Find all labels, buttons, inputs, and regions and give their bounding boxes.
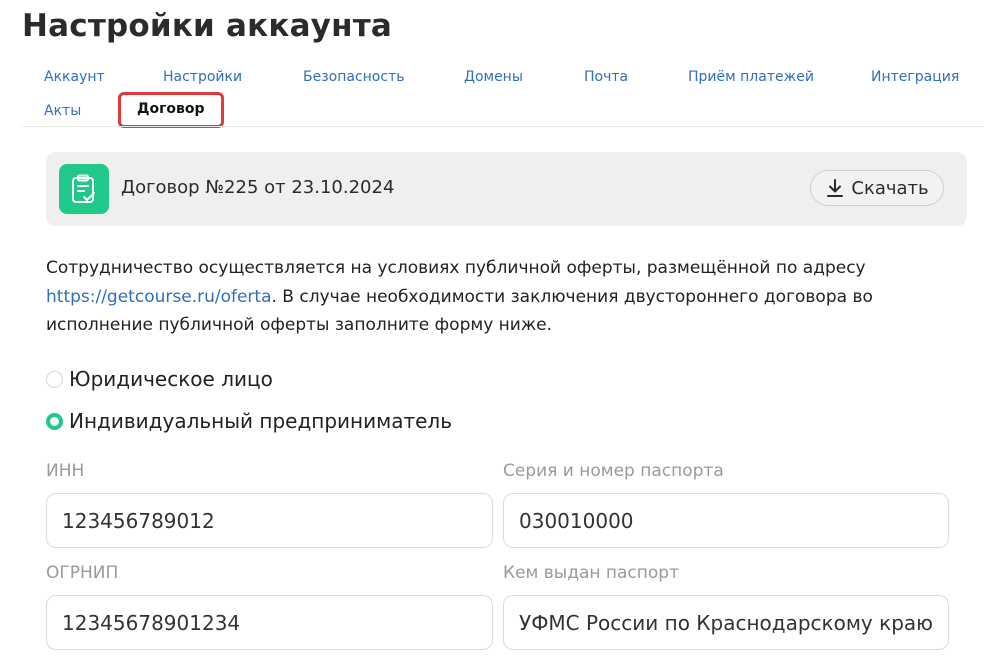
radio-individual-entrepreneur-label: Индивидуальный предприниматель [69,409,452,433]
offer-text-line-2-rest: . В случае необходимости заключения двус… [271,286,873,307]
radio-individual-entrepreneur-circle[interactable] [46,412,63,430]
offer-text-line-2: https://getcourse.ru/oferta. В случае не… [46,283,976,312]
offer-text-line-1: Сотрудничество осуществляется на условия… [46,258,866,278]
offer-description: Сотрудничество осуществляется на условия… [46,254,976,340]
inn-input[interactable] [46,493,493,548]
tab-acts[interactable]: Акты [44,103,81,119]
tab-integration[interactable]: Интеграция [871,69,959,85]
radio-legal-entity-circle[interactable] [46,370,63,388]
radio-legal-entity-label: Юридическое лицо [69,367,273,391]
offer-link[interactable]: https://getcourse.ru/oferta [46,287,272,307]
radio-individual-entrepreneur[interactable]: Индивидуальный предприниматель [46,409,452,433]
tab-domains[interactable]: Домены [464,69,523,85]
contract-card: Договор №225 от 23.10.2024 Скачать [46,152,967,226]
tab-account[interactable]: Аккаунт [44,69,105,85]
tab-contract[interactable]: Договор [118,92,224,128]
inn-label: ИНН [46,461,85,481]
tab-security[interactable]: Безопасность [303,69,404,85]
tab-settings[interactable]: Настройки [163,69,242,85]
ogrnip-input[interactable] [46,595,493,650]
tab-mail[interactable]: Почта [584,69,628,85]
download-label: Скачать [851,177,929,199]
contract-title: Договор №225 от 23.10.2024 [121,177,395,198]
passport-number-input[interactable] [503,493,949,548]
passport-issued-by-label: Кем выдан паспорт [503,563,679,583]
download-button[interactable]: Скачать [810,170,944,206]
passport-number-label: Серия и номер паспорта [503,461,724,481]
download-icon [825,177,845,199]
ogrnip-label: ОГРНИП [46,563,119,583]
tab-payments[interactable]: Приём платежей [688,69,814,85]
page-title: Настройки аккаунта [22,8,392,44]
radio-legal-entity[interactable]: Юридическое лицо [46,367,273,391]
passport-issued-by-input[interactable] [503,595,949,650]
offer-text-line-3: исполнение публичной оферты заполните фо… [46,315,552,335]
tabs-divider [22,126,984,127]
clipboard-check-icon [59,164,109,214]
